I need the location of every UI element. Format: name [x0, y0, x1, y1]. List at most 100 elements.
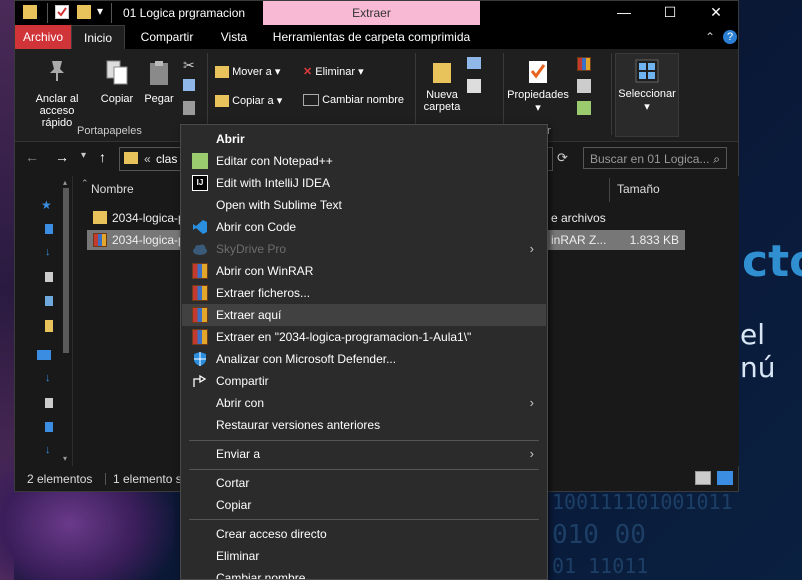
ribbon-tabs: Archivo Inicio Compartir Vista Herramien…: [15, 25, 738, 49]
menu-item-abrir[interactable]: Abrir: [182, 128, 546, 150]
menu-item-abrir-con[interactable]: Abrir con ›: [182, 392, 546, 414]
new-item-icon[interactable]: [467, 57, 481, 69]
menu-item-cambiar-nombre[interactable]: Cambiar nombre: [182, 567, 546, 579]
copiar-a-button[interactable]: Copiar a ▾: [215, 94, 282, 108]
copy-path-icon[interactable]: [183, 79, 195, 91]
menu-item-eliminar[interactable]: Eliminar: [182, 545, 546, 567]
menu-item-copiar[interactable]: Copiar: [182, 494, 546, 516]
forward-arrow-icon[interactable]: →: [55, 149, 69, 165]
menu-item-intellij[interactable]: IJ Edit with IntelliJ IDEA: [182, 172, 546, 194]
properties-icon: [529, 61, 547, 83]
menu-item-compartir[interactable]: Compartir: [182, 370, 546, 392]
pegar-button[interactable]: Pegar: [141, 59, 177, 105]
eliminar-chevron-icon: ▾: [358, 66, 364, 78]
menu-item-vscode[interactable]: Abrir con Code: [182, 216, 546, 238]
cambiar-nombre-ribbon-button[interactable]: Cambiar nombre: [303, 94, 404, 107]
menu-label: Abrir con Code: [216, 220, 297, 234]
tab-herramientas-carpeta-comprimida[interactable]: Herramientas de carpeta comprimida: [263, 25, 480, 49]
maximize-button[interactable]: ☐: [647, 1, 693, 25]
folder-nav-icon[interactable]: [45, 320, 53, 332]
menu-item-notepad[interactable]: Editar con Notepad++: [182, 150, 546, 172]
menu-item-skydrive[interactable]: SkyDrive Pro ›: [182, 238, 546, 260]
desktop-big-text: cto: [742, 236, 802, 287]
winrar-icon: [192, 285, 208, 301]
seleccionar-button[interactable]: Seleccionar ▾: [615, 53, 679, 137]
edit-icon[interactable]: [577, 79, 591, 93]
menu-item-enviar-a[interactable]: Enviar a ›: [182, 443, 546, 465]
winrar-icon: [192, 307, 208, 323]
tab-archivo[interactable]: Archivo: [15, 25, 71, 49]
sort-indicator-icon: ⌃: [81, 178, 89, 188]
search-icon: ⌕: [713, 152, 720, 166]
skydrive-cloud-icon: [193, 244, 207, 255]
desktop-nav-icon[interactable]: [45, 224, 53, 234]
ribbon-collapse-icon[interactable]: ⌃: [705, 30, 715, 44]
nueva-label-2: carpeta: [423, 101, 461, 113]
ribbon-separator: [207, 53, 208, 135]
column-header-name[interactable]: Nombre: [91, 182, 134, 196]
back-arrow-icon[interactable]: ←: [25, 149, 39, 165]
paste-shortcut-icon[interactable]: [183, 101, 195, 115]
nav-scrollbar-thumb[interactable]: [63, 188, 69, 353]
large-icons-view-icon[interactable]: [717, 471, 733, 485]
menu-item-defender[interactable]: Analizar con Microsoft Defender...: [182, 348, 546, 370]
menu-item-extraer-ficheros[interactable]: Extraer ficheros...: [182, 282, 546, 304]
propiedades-button[interactable]: Propiedades ▾: [505, 59, 571, 114]
menu-item-crear-acceso-directo[interactable]: Crear acceso directo: [182, 523, 546, 545]
menu-item-extraer-en[interactable]: Extraer en "2034-logica-programacion-1-A…: [182, 326, 546, 348]
customize-quick-access-icon[interactable]: ▾: [97, 4, 103, 18]
cut-icon[interactable]: ✂: [183, 57, 195, 74]
refresh-icon[interactable]: ⟳: [557, 150, 568, 166]
recent-locations-chevron-icon[interactable]: ▾: [81, 150, 86, 161]
winrar-open-icon[interactable]: [577, 57, 591, 71]
menu-item-winrar-open[interactable]: Abrir con WinRAR: [182, 260, 546, 282]
tab-compartir[interactable]: Compartir: [129, 25, 205, 49]
mover-a-button[interactable]: Mover a ▾: [215, 65, 280, 79]
easy-access-icon[interactable]: [467, 79, 481, 93]
pictures-nav-icon[interactable]: [45, 296, 53, 306]
mover-a-label: Mover a: [232, 66, 272, 78]
menu-item-extraer-aqui[interactable]: Extraer aquí: [182, 304, 546, 326]
copiar-button[interactable]: Copiar: [97, 59, 137, 105]
search-input[interactable]: Buscar en 01 Logica... ⌕: [583, 147, 727, 169]
pegar-label: Pegar: [144, 93, 174, 105]
documents-pc-nav-icon[interactable]: [45, 398, 53, 408]
copy-icon: [106, 60, 128, 85]
desktop-pc-nav-icon[interactable]: [45, 422, 53, 432]
downloads-pc-2-nav-icon[interactable]: ↓: [45, 444, 51, 456]
tab-vista[interactable]: Vista: [211, 25, 257, 49]
documents-nav-icon[interactable]: [45, 272, 53, 282]
nueva-carpeta-button[interactable]: Nueva carpeta: [421, 59, 463, 113]
eliminar-ribbon-button[interactable]: ✕ Eliminar ▾: [303, 65, 364, 78]
menu-item-sublime[interactable]: Open with Sublime Text: [182, 194, 546, 216]
extraer-context-tab[interactable]: Extraer: [263, 1, 480, 25]
anclar-acceso-rapido-button[interactable]: Anclar al acceso rápido: [29, 59, 85, 129]
minimize-button[interactable]: —: [601, 1, 647, 25]
this-pc-nav-icon[interactable]: [37, 350, 51, 360]
menu-label: Edit with IntelliJ IDEA: [216, 176, 331, 190]
history-icon[interactable]: [577, 101, 591, 115]
seleccionar-label: Seleccionar: [618, 88, 676, 100]
downloads-pc-nav-icon[interactable]: ↓: [45, 372, 51, 384]
quick-access-star-icon[interactable]: ★: [41, 198, 52, 212]
help-icon[interactable]: ?: [723, 30, 737, 44]
menu-item-cortar[interactable]: Cortar: [182, 472, 546, 494]
copiar-a-label: Copiar a: [232, 95, 274, 107]
menu-item-restaurar[interactable]: Restaurar versiones anteriores: [182, 414, 546, 436]
scroll-up-icon[interactable]: ▴: [63, 178, 67, 187]
propiedades-chevron-icon: ▾: [535, 102, 541, 114]
scroll-down-icon[interactable]: ▾: [63, 454, 67, 463]
menu-label: Extraer en "2034-logica-programacion-1-A…: [216, 330, 472, 344]
close-button[interactable]: ✕: [693, 1, 739, 25]
move-folder-icon: [215, 66, 229, 79]
column-header-size[interactable]: Tamaño: [617, 182, 660, 196]
window-title: 01 Logica prgramacion: [123, 6, 246, 20]
new-folder-icon[interactable]: [77, 5, 91, 19]
downloads-nav-icon[interactable]: ↓: [45, 246, 51, 258]
properties-check-icon[interactable]: [55, 5, 69, 19]
up-arrow-icon[interactable]: ↑: [99, 149, 106, 165]
details-view-icon[interactable]: [695, 471, 711, 485]
menu-label: Cortar: [216, 476, 250, 490]
tab-inicio[interactable]: Inicio: [71, 25, 125, 49]
delete-x-icon: ✕: [303, 66, 313, 78]
